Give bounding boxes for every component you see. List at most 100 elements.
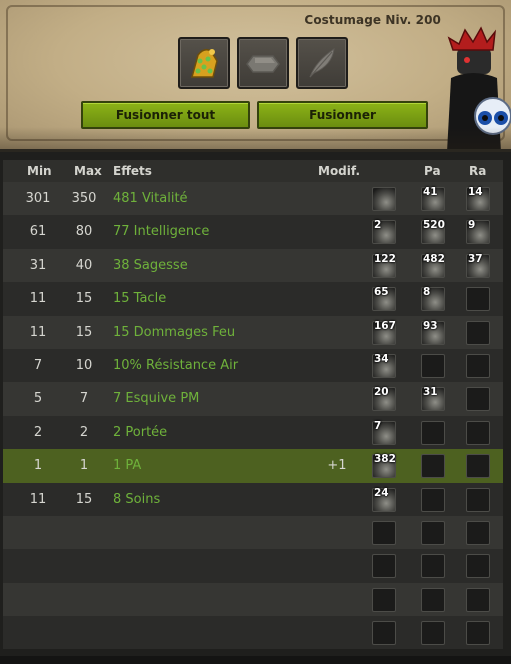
table-row[interactable]: 11 15 15 Tacle 65 8 bbox=[3, 282, 503, 316]
pa-rune-slot[interactable]: 520 bbox=[421, 219, 445, 245]
max-value: 350 bbox=[71, 191, 97, 206]
table-row[interactable]: 577 Esquive PM 20 31 bbox=[3, 382, 503, 416]
item-slot[interactable] bbox=[178, 37, 230, 89]
signature-slot[interactable] bbox=[296, 37, 348, 89]
column-header-pa: Pa bbox=[424, 164, 441, 178]
merge-all-button[interactable]: Fusionner tout bbox=[81, 101, 250, 129]
pa-rune-slot[interactable]: 482 bbox=[421, 252, 445, 278]
max-value: 80 bbox=[75, 224, 93, 240]
table-row[interactable]: 31 40 38 Sagesse 122 482 37 bbox=[3, 248, 503, 283]
ra-rune-slot[interactable] bbox=[466, 420, 490, 445]
ra-rune-slot-count: 37 bbox=[468, 252, 483, 265]
rune-slot-count: 20 bbox=[374, 386, 389, 399]
rune-slot[interactable]: 2 bbox=[372, 219, 396, 245]
pa-rune-slot[interactable] bbox=[421, 587, 445, 612]
pa-rune-slot-count: 41 bbox=[423, 186, 438, 198]
column-header-ra: Ra bbox=[469, 164, 487, 178]
pa-rune-slot[interactable] bbox=[421, 353, 445, 378]
ra-rune-slot[interactable] bbox=[466, 387, 490, 412]
pa-rune-slot[interactable] bbox=[421, 454, 445, 479]
effect-label: 7 Esquive PM bbox=[113, 391, 200, 407]
pa-rune-slot[interactable]: 8 bbox=[421, 286, 445, 312]
character-avatar bbox=[447, 26, 511, 149]
ra-rune-slot-count: 14 bbox=[468, 186, 483, 198]
column-header-effects: Effets bbox=[113, 164, 152, 178]
pa-rune-slot[interactable] bbox=[421, 554, 445, 579]
effect-label: 15 Dommages Feu bbox=[113, 324, 236, 340]
golden-costume-item-icon bbox=[191, 48, 218, 78]
pa-rune-slot[interactable] bbox=[421, 621, 445, 646]
pa-rune-slot[interactable]: 41 bbox=[421, 186, 445, 211]
rune-slot-count: 2 bbox=[374, 219, 382, 232]
effect-label: 1 PA bbox=[113, 458, 142, 474]
effect-label: 15 Tacle bbox=[113, 291, 167, 307]
effect-label: 38 Sagesse bbox=[113, 257, 188, 273]
rune-slot[interactable] bbox=[372, 621, 396, 646]
rune-slot-icon bbox=[246, 55, 280, 73]
pa-rune-slot[interactable]: 93 bbox=[421, 319, 445, 345]
rune-slot[interactable] bbox=[372, 187, 396, 211]
ra-rune-slot[interactable] bbox=[466, 320, 490, 345]
table-row[interactable] bbox=[3, 616, 503, 650]
table-row[interactable]: 111 PA +1 382 bbox=[3, 449, 503, 483]
ra-rune-slot[interactable] bbox=[466, 621, 490, 646]
ra-rune-slot[interactable] bbox=[466, 353, 490, 378]
rune-slot[interactable]: 65 bbox=[372, 286, 396, 312]
table-row[interactable] bbox=[3, 582, 503, 617]
rune-slot-count: 65 bbox=[374, 286, 389, 299]
rune-slot[interactable]: 382 bbox=[372, 453, 396, 479]
ra-rune-slot[interactable]: 14 bbox=[466, 186, 490, 211]
feather-icon bbox=[309, 47, 335, 78]
table-row[interactable] bbox=[3, 549, 503, 583]
rune-slot[interactable]: 7 bbox=[372, 420, 396, 445]
rune-slot-count: 34 bbox=[374, 352, 389, 365]
effect-label: 77 Intelligence bbox=[113, 224, 210, 240]
rune-slot[interactable] bbox=[372, 554, 396, 579]
max-value: 2 bbox=[79, 424, 89, 440]
merge-button[interactable]: Fusionner bbox=[257, 101, 428, 129]
pa-rune-slot-count: 482 bbox=[423, 252, 445, 265]
table-body: 301 350 481 Vitalité 41 14 61 80 77 Intelligenc… bbox=[3, 182, 503, 650]
table-row[interactable]: 222 Portée 7 bbox=[3, 415, 503, 450]
max-value: 7 bbox=[79, 391, 89, 407]
table-row[interactable]: 11 15 15 Dommages Feu 167 93 bbox=[3, 315, 503, 349]
rune-slot-count: 382 bbox=[374, 453, 396, 466]
pa-rune-slot-count: 31 bbox=[423, 386, 438, 399]
ra-rune-slot-count: 9 bbox=[468, 219, 476, 232]
rune-slot[interactable] bbox=[237, 37, 289, 89]
table-footer bbox=[0, 656, 511, 664]
ra-rune-slot[interactable] bbox=[466, 587, 490, 612]
max-value: 10 bbox=[75, 357, 93, 373]
effect-label: 481 Vitalité bbox=[113, 191, 188, 206]
rune-slot[interactable]: 24 bbox=[372, 487, 396, 512]
rune-slot[interactable] bbox=[372, 587, 396, 612]
max-value: 15 bbox=[75, 291, 93, 307]
pa-rune-slot-count: 93 bbox=[423, 319, 438, 332]
pa-rune-slot[interactable]: 31 bbox=[421, 386, 445, 412]
max-value: 1 bbox=[79, 458, 89, 474]
pa-rune-slot[interactable] bbox=[421, 520, 445, 545]
rune-slot[interactable]: 34 bbox=[372, 352, 396, 378]
ra-rune-slot[interactable] bbox=[466, 554, 490, 579]
table-row[interactable] bbox=[3, 515, 503, 550]
item-level-title: Costumage Niv. 200 bbox=[304, 13, 441, 27]
ra-rune-slot[interactable] bbox=[466, 520, 490, 545]
pa-rune-slot[interactable] bbox=[421, 420, 445, 445]
ra-rune-slot[interactable] bbox=[466, 454, 490, 479]
table-row[interactable]: 61 80 77 Intelligence 2 520 9 bbox=[3, 215, 503, 249]
ra-rune-slot[interactable] bbox=[466, 487, 490, 512]
table-row[interactable]: 11 15 8 Soins 24 bbox=[3, 482, 503, 516]
effect-label: 2 Portée bbox=[113, 424, 168, 440]
ra-rune-slot[interactable]: 9 bbox=[466, 219, 490, 245]
effects-table: Min Max Effets Modif. Pa Ra 301 350 481 Vi… bbox=[3, 160, 503, 650]
rune-slot[interactable]: 167 bbox=[372, 320, 396, 345]
rune-slot-count: 122 bbox=[374, 252, 396, 265]
rune-slot[interactable]: 122 bbox=[372, 252, 396, 278]
table-row[interactable]: 301 350 481 Vitalité 41 14 bbox=[3, 182, 503, 216]
pa-rune-slot[interactable] bbox=[421, 487, 445, 512]
table-row[interactable]: 7 10 10% Résistance Air 34 bbox=[3, 348, 503, 383]
ra-rune-slot[interactable]: 37 bbox=[466, 252, 490, 278]
rune-slot[interactable]: 20 bbox=[372, 386, 396, 412]
rune-slot[interactable] bbox=[372, 520, 396, 545]
ra-rune-slot[interactable] bbox=[466, 287, 490, 312]
